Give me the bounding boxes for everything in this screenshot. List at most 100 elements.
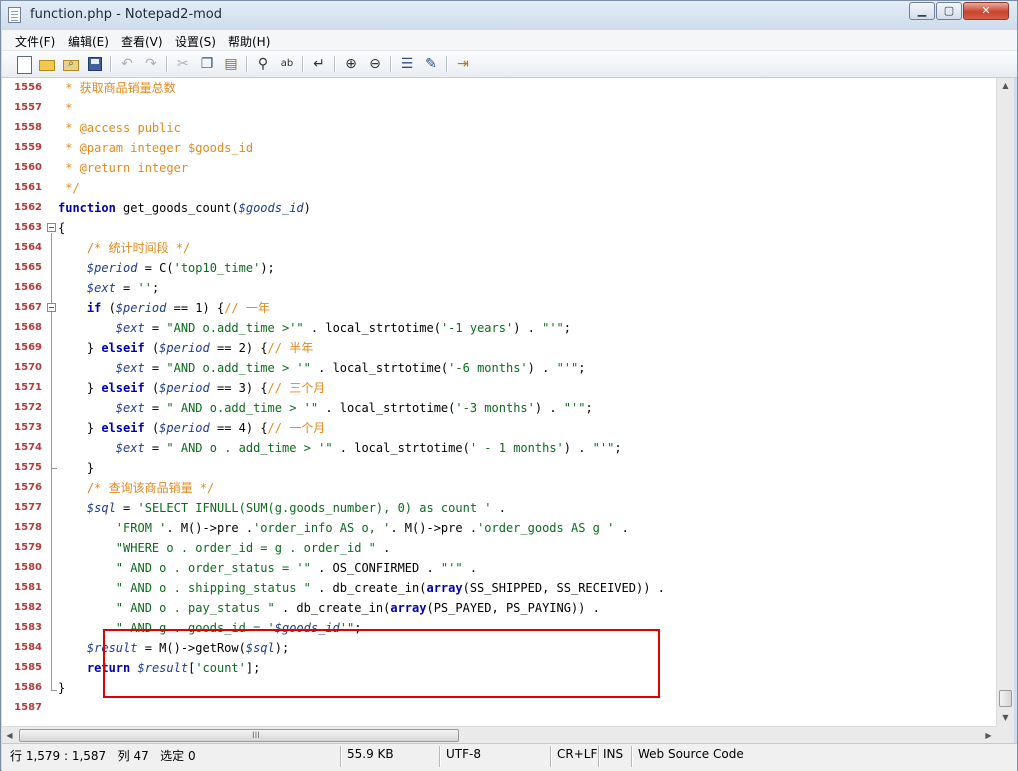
- code-line[interactable]: 1572 $ext = " AND o.add_time > '" . loca…: [2, 398, 996, 418]
- code-line[interactable]: 1582 " AND o . pay_status " . db_create_…: [2, 598, 996, 618]
- code-line[interactable]: 1575 }: [2, 458, 996, 478]
- code-line[interactable]: 1563 {: [2, 218, 996, 238]
- code-line[interactable]: 1559 * @param integer $goods_id: [2, 138, 996, 158]
- maximize-button[interactable]: ▢: [936, 2, 962, 20]
- open-folder-icon[interactable]: [38, 55, 56, 73]
- scroll-up-arrow-icon[interactable]: ▲: [998, 78, 1013, 93]
- menu-help[interactable]: 帮助(H): [228, 33, 270, 50]
- code-line[interactable]: 1558 * @access public: [2, 118, 996, 138]
- code-text: 'FROM '. M()->pre .'order_info AS o, '. …: [115, 521, 629, 535]
- code-line[interactable]: 1584 $result = M()->getRow($sql);: [2, 638, 996, 658]
- copy-icon[interactable]: ❐: [198, 55, 216, 73]
- code-line[interactable]: 1587: [2, 698, 996, 718]
- line-number: 1570: [14, 362, 42, 373]
- replace-icon[interactable]: ab: [278, 55, 296, 73]
- scroll-right-arrow-icon[interactable]: ▶: [981, 728, 996, 743]
- code-line[interactable]: 1556 * 获取商品销量总数: [2, 78, 996, 98]
- redo-icon[interactable]: ↷: [142, 55, 160, 73]
- code-text: } elseif ($period == 4) {// 一个月: [58, 421, 326, 435]
- status-encoding[interactable]: UTF-8: [446, 747, 481, 761]
- cut-icon[interactable]: ✂: [174, 55, 192, 73]
- line-number: 1562: [14, 202, 42, 213]
- status-scheme[interactable]: Web Source Code: [638, 747, 744, 761]
- line-number: 1581: [14, 582, 42, 593]
- code-text: $period = C('top10_time');: [86, 261, 275, 275]
- code-line[interactable]: 1576 /* 查询该商品销量 */: [2, 478, 996, 498]
- code-line[interactable]: 1560 * @return integer: [2, 158, 996, 178]
- code-line[interactable]: 1585 return $result['count'];: [2, 658, 996, 678]
- code-line[interactable]: 1568 $ext = "AND o.add_time >'" . local_…: [2, 318, 996, 338]
- undo-icon[interactable]: ↶: [118, 55, 136, 73]
- line-number: 1557: [14, 102, 42, 113]
- code-line[interactable]: 1579 "WHERE o . order_id = g . order_id …: [2, 538, 996, 558]
- zoom-in-icon[interactable]: ⊕: [342, 55, 360, 73]
- notepad-window: function.php - Notepad2-mod ▁ ▢ ✕ 文件(F) …: [0, 0, 1018, 771]
- menu-edit[interactable]: 编辑(E): [68, 33, 109, 50]
- close-button[interactable]: ✕: [963, 2, 1009, 20]
- code-line[interactable]: 1586}: [2, 678, 996, 698]
- line-number: 1578: [14, 522, 42, 533]
- code-text: {: [58, 221, 66, 235]
- fold-toggle-icon[interactable]: [47, 303, 56, 312]
- code-text: " AND o . order_status = '" . OS_CONFIRM…: [115, 561, 478, 575]
- save-icon[interactable]: [86, 55, 104, 73]
- horizontal-scrollbar[interactable]: ◀ III ▶: [2, 726, 996, 744]
- code-line[interactable]: 1561 */: [2, 178, 996, 198]
- code-line[interactable]: 1577 $sql = 'SELECT IFNULL(SUM(g.goods_n…: [2, 498, 996, 518]
- code-line[interactable]: 1566 $ext = '';: [2, 278, 996, 298]
- scheme-icon[interactable]: ☰: [398, 55, 416, 73]
- code-text: " AND o . pay_status " . db_create_in(ar…: [115, 601, 600, 615]
- scroll-left-arrow-icon[interactable]: ◀: [2, 728, 17, 743]
- code-line[interactable]: 1580 " AND o . order_status = '" . OS_CO…: [2, 558, 996, 578]
- line-number: 1584: [14, 642, 42, 653]
- scroll-down-arrow-icon[interactable]: ▼: [998, 710, 1013, 725]
- code-line[interactable]: 1567 if ($period == 1) {// 一年: [2, 298, 996, 318]
- code-line[interactable]: 1570 $ext = "AND o.add_time > '" . local…: [2, 358, 996, 378]
- code-line[interactable]: 1569 } elseif ($period == 2) {// 半年: [2, 338, 996, 358]
- code-text: $ext = '';: [86, 281, 160, 295]
- line-number: 1587: [14, 702, 42, 713]
- wordwrap-icon[interactable]: ↵: [310, 55, 328, 73]
- code-line[interactable]: 1573 } elseif ($period == 4) {// 一个月: [2, 418, 996, 438]
- code-text: * @return integer: [58, 161, 189, 175]
- horizontal-scroll-thumb[interactable]: III: [19, 729, 459, 742]
- find-icon[interactable]: ⚲: [254, 55, 272, 73]
- minimize-button[interactable]: ▁: [909, 2, 935, 20]
- line-number: 1568: [14, 322, 42, 333]
- line-number: 1573: [14, 422, 42, 433]
- status-divider: [550, 746, 551, 767]
- status-divider: [340, 746, 341, 767]
- code-text: * @access public: [58, 121, 181, 135]
- code-text: $sql = 'SELECT IFNULL(SUM(g.goods_number…: [86, 501, 506, 515]
- paste-icon[interactable]: ▤: [222, 55, 240, 73]
- menu-settings[interactable]: 设置(S): [175, 33, 216, 50]
- code-editor[interactable]: 1556 * 获取商品销量总数 1557 * 1558 * @access publ…: [2, 78, 996, 726]
- code-text: " AND g . goods_id = '$goods_id'";: [115, 621, 362, 635]
- status-line-ending[interactable]: CR+LF: [557, 747, 597, 761]
- code-line[interactable]: 1574 $ext = " AND o . add_time > '" . lo…: [2, 438, 996, 458]
- zoom-out-icon[interactable]: ⊖: [366, 55, 384, 73]
- exit-icon[interactable]: ⇥: [454, 55, 472, 73]
- line-number: 1575: [14, 462, 42, 473]
- code-line[interactable]: 1557 *: [2, 98, 996, 118]
- code-text: /* 统计时间段 */: [58, 241, 191, 255]
- toolbar-separator: [302, 56, 303, 72]
- new-file-icon[interactable]: [14, 55, 32, 74]
- code-line[interactable]: 1564 /* 统计时间段 */: [2, 238, 996, 258]
- vertical-scroll-thumb[interactable]: [999, 690, 1012, 707]
- code-line[interactable]: 1565 $period = C('top10_time');: [2, 258, 996, 278]
- fold-toggle-icon[interactable]: [47, 223, 56, 232]
- code-line[interactable]: 1583 " AND g . goods_id = '$goods_id'";: [2, 618, 996, 638]
- customize-scheme-icon[interactable]: ✎: [422, 55, 440, 73]
- menu-file[interactable]: 文件(F): [15, 33, 55, 50]
- menu-view[interactable]: 查看(V): [121, 33, 163, 50]
- code-line[interactable]: 1571 } elseif ($period == 3) {// 三个月: [2, 378, 996, 398]
- code-line[interactable]: 1562 function get_goods_count($goods_id): [2, 198, 996, 218]
- code-line[interactable]: 1581 " AND o . shipping_status " . db_cr…: [2, 578, 996, 598]
- browse-icon[interactable]: ⌕: [62, 55, 80, 73]
- line-number: 1579: [14, 542, 42, 553]
- code-line[interactable]: 1578 'FROM '. M()->pre .'order_info AS o…: [2, 518, 996, 538]
- code-text: $ext = " AND o.add_time > '" . local_str…: [115, 401, 593, 415]
- vertical-scrollbar[interactable]: ▲ ▼: [996, 78, 1014, 726]
- line-number: 1558: [14, 122, 42, 133]
